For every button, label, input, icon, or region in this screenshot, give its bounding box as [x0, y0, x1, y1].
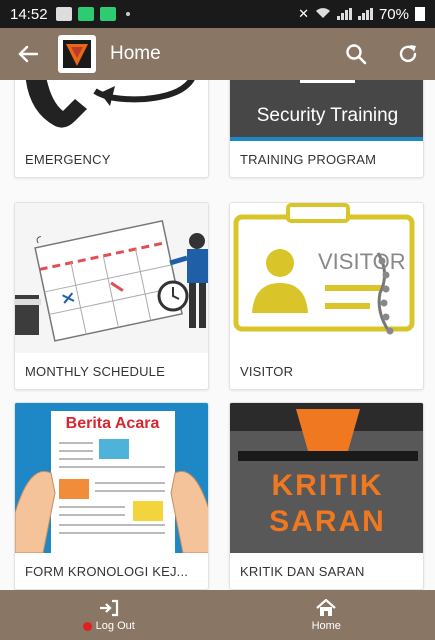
training-image-text: Security Training — [256, 105, 399, 126]
kritik-saran-image: KRITIK SARAN — [230, 403, 423, 553]
schedule-image — [15, 203, 208, 353]
battery-icon — [415, 7, 425, 21]
menu-grid: EMERGENCY Security Training TRAINING PRO… — [0, 80, 435, 590]
more-notifications-icon — [125, 12, 130, 16]
logout-icon — [99, 598, 119, 618]
berita-acara-image: Berita Acara — [15, 403, 208, 553]
wifi-icon — [315, 6, 331, 23]
back-arrow-icon[interactable] — [14, 40, 42, 68]
mute-icon: ✕ — [298, 6, 309, 21]
app-logo — [58, 35, 96, 73]
card-label: VISITOR — [240, 363, 294, 379]
signal-icon — [336, 8, 352, 20]
card-label: FORM KRONOLOGI KEJ... — [25, 563, 189, 579]
status-dot-icon — [82, 621, 92, 631]
signal-icon-2 — [357, 8, 373, 20]
home-button[interactable]: Home — [218, 590, 435, 640]
battery-percent: 70% — [378, 5, 409, 23]
visitor-image-text: VISITOR — [318, 249, 406, 274]
menu-card-form-kronologi[interactable]: Berita Acara FORM KRONOLOGI KEJ... — [14, 402, 209, 590]
logout-label: Log Out — [95, 620, 135, 632]
menu-card-emergency[interactable]: EMERGENCY — [14, 80, 209, 178]
menu-card-kritik-saran[interactable]: KRITIK SARAN KRITIK DAN SARAN — [229, 402, 424, 590]
app-bar: Home — [0, 28, 435, 80]
card-label: MONTHLY SCHEDULE — [25, 363, 165, 379]
card-label: TRAINING PROGRAM — [240, 151, 377, 167]
page-title: Home — [110, 43, 161, 64]
status-time: 14:52 — [10, 5, 48, 23]
menu-card-training-program[interactable]: Security Training TRAINING PROGRAM — [229, 80, 424, 178]
kritik-text: KRITIK — [271, 469, 384, 502]
status-bar: 14:52 ✕ 70% — [0, 0, 435, 28]
training-image: Security Training — [230, 80, 423, 141]
berita-acara-text: Berita Acara — [65, 415, 160, 432]
refresh-icon[interactable] — [395, 41, 421, 67]
logout-button[interactable]: Log Out — [0, 590, 218, 640]
saran-text: SARAN — [269, 505, 386, 538]
app-notification-icon — [77, 7, 94, 21]
emergency-image — [15, 80, 208, 141]
card-label: KRITIK DAN SARAN — [240, 563, 365, 579]
search-icon[interactable] — [343, 41, 369, 67]
app-notification-icon-2 — [99, 7, 116, 21]
bottom-nav: Log Out Home — [0, 590, 435, 640]
visitor-image: VISITOR — [230, 203, 423, 353]
home-icon — [315, 598, 337, 618]
card-label: EMERGENCY — [25, 151, 111, 167]
gallery-notification-icon — [55, 7, 72, 21]
menu-card-visitor[interactable]: VISITOR VISITOR — [229, 202, 424, 390]
menu-card-monthly-schedule[interactable]: MONTHLY SCHEDULE — [14, 202, 209, 390]
home-label: Home — [311, 620, 341, 632]
